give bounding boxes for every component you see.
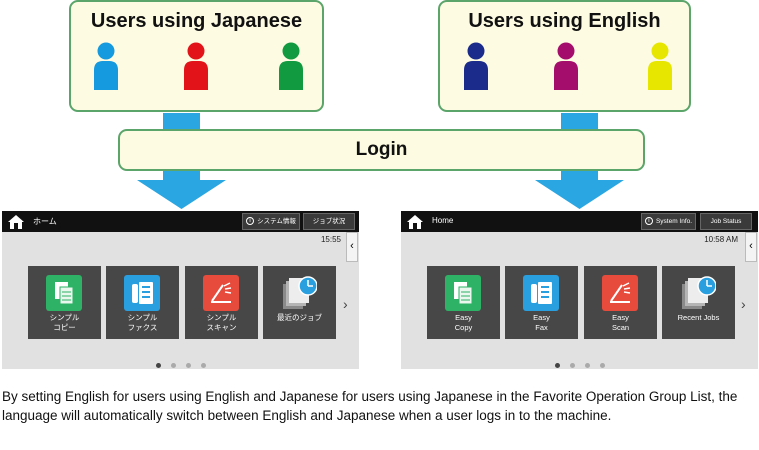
page-indicator bbox=[2, 355, 359, 369]
recent-jobs-icon bbox=[680, 275, 717, 311]
home-icon[interactable] bbox=[407, 215, 423, 229]
page-dot[interactable] bbox=[170, 363, 176, 368]
job-status-button[interactable]: Job Status bbox=[700, 213, 752, 230]
copy-tile[interactable]: Easy Copy bbox=[427, 266, 500, 339]
copy-tile[interactable]: シンプル コピー bbox=[28, 266, 101, 339]
english-home-screen: Home i System Info. Job Status 10:58 AM ›… bbox=[401, 211, 758, 369]
tile-label: シンプル コピー bbox=[49, 313, 80, 332]
system-info-button[interactable]: i システム情報 bbox=[242, 213, 300, 230]
tile-label: Easy Fax bbox=[533, 313, 550, 332]
japanese-home-screen: ホーム i システム情報 ジョブ状況 15:55 › シンプル コピー シンプル フ… bbox=[2, 211, 359, 369]
connector-left bbox=[163, 113, 200, 130]
clock: 10:58 AM bbox=[704, 235, 738, 244]
page-dot[interactable] bbox=[155, 363, 161, 368]
tile-label: Recent Jobs bbox=[677, 313, 720, 322]
user-icon bbox=[645, 42, 675, 90]
info-icon: i bbox=[246, 217, 255, 226]
tile-label: シンプル ファクス bbox=[127, 313, 158, 332]
recent-jobs-tile[interactable]: 最近のジョブ bbox=[263, 266, 336, 339]
scan-tile[interactable]: Easy Scan bbox=[584, 266, 657, 339]
user-icon bbox=[181, 42, 211, 90]
fax-icon bbox=[523, 275, 559, 311]
login-bar: Login bbox=[118, 129, 645, 171]
copy-icon bbox=[46, 275, 82, 311]
top-bar: ホーム i システム情報 ジョブ状況 bbox=[2, 211, 359, 232]
tile-label: Easy Scan bbox=[611, 313, 630, 332]
system-info-button[interactable]: i System Info. bbox=[641, 213, 696, 230]
info-icon: i bbox=[644, 217, 653, 226]
page-dot[interactable] bbox=[584, 363, 590, 368]
copy-icon bbox=[445, 275, 481, 311]
home-label: Home bbox=[432, 216, 454, 225]
fax-tile[interactable]: シンプル ファクス bbox=[106, 266, 179, 339]
japanese-users-title: Users using Japanese bbox=[90, 10, 303, 32]
fax-tile[interactable]: Easy Fax bbox=[505, 266, 578, 339]
next-page-chevron-icon[interactable]: › bbox=[741, 296, 746, 312]
caption-text: By setting English for users using Engli… bbox=[2, 389, 738, 423]
tile-label: シンプル スキャン bbox=[206, 313, 237, 332]
system-info-label: System Info. bbox=[655, 218, 693, 225]
recent-jobs-icon bbox=[281, 275, 318, 311]
user-icon bbox=[91, 42, 121, 90]
home-label: ホーム bbox=[33, 217, 57, 226]
english-users-group: Users using English bbox=[438, 0, 691, 112]
home-icon[interactable] bbox=[8, 215, 24, 229]
next-page-chevron-icon[interactable]: › bbox=[343, 296, 348, 312]
recent-jobs-tile[interactable]: Recent Jobs bbox=[662, 266, 735, 339]
collapse-left-tab[interactable]: ‹ bbox=[745, 232, 757, 262]
page-dot[interactable] bbox=[554, 363, 560, 368]
job-status-button[interactable]: ジョブ状況 bbox=[303, 213, 355, 230]
page-dot[interactable] bbox=[185, 363, 191, 368]
scan-tile[interactable]: シンプル スキャン bbox=[185, 266, 258, 339]
top-bar: Home i System Info. Job Status bbox=[401, 211, 758, 232]
japanese-users-group: Users using Japanese bbox=[69, 0, 324, 112]
user-icon bbox=[461, 42, 491, 90]
tile-label: Easy Copy bbox=[454, 313, 473, 332]
scan-icon bbox=[602, 275, 638, 311]
user-icon bbox=[276, 42, 306, 90]
user-icon bbox=[551, 42, 581, 90]
down-arrow-icon bbox=[137, 180, 226, 209]
page-dot[interactable] bbox=[569, 363, 575, 368]
down-arrow-icon bbox=[535, 180, 624, 209]
collapse-left-tab[interactable]: ‹ bbox=[346, 232, 358, 262]
fax-icon bbox=[124, 275, 160, 311]
system-info-label: システム情報 bbox=[257, 218, 296, 225]
page-dot[interactable] bbox=[200, 363, 206, 368]
scan-icon bbox=[203, 275, 239, 311]
clock: 15:55 bbox=[320, 235, 341, 244]
page-dot[interactable] bbox=[599, 363, 605, 368]
tile-label: 最近のジョブ bbox=[277, 313, 322, 322]
connector-right bbox=[561, 113, 598, 130]
english-users-title: Users using English bbox=[468, 10, 661, 32]
page-indicator bbox=[401, 355, 758, 369]
